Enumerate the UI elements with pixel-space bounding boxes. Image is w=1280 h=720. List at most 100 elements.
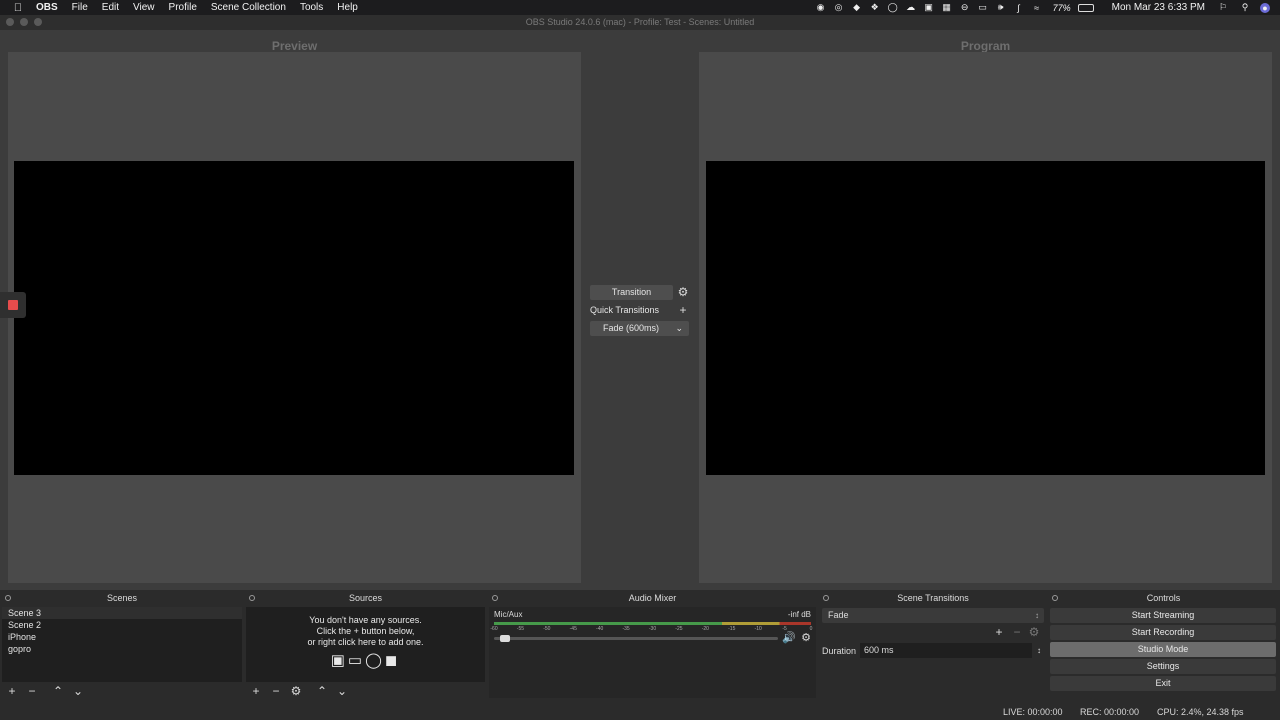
float-dock-icon[interactable] [1052,595,1058,601]
start-streaming-button[interactable]: Start Streaming [1050,608,1276,623]
airplay-icon[interactable]: ▭ [978,2,988,13]
exit-button[interactable]: Exit [1050,676,1276,691]
menu-file[interactable]: File [65,2,95,13]
add-source-icon[interactable]: + [246,684,266,698]
meter-tick-label: -20 [701,626,709,632]
controls-title: Controls [1146,593,1181,603]
meter-tick-label: -50 [543,626,551,632]
list-item[interactable]: iPhone [2,631,242,643]
menu-help[interactable]: Help [330,2,365,13]
audio-mixer-header: Audio Mixer [489,592,816,605]
sources-empty-text-2: Click the + button below, [316,626,415,636]
apple-menu-icon[interactable]:  [0,2,36,14]
meter-tick-label: -35 [622,626,630,632]
rec-status: REC: 00:00:00 [1080,707,1140,717]
bluetooth-icon[interactable]: ∫ [1014,3,1024,13]
search-icon[interactable]: ⚲ [1240,2,1250,13]
display-icon: ▭ [347,652,366,669]
creative-cloud-sync-icon[interactable]: ◯ [888,2,898,13]
transition-properties-gear-icon[interactable]: ⚙ [1026,625,1042,639]
preview-pane[interactable] [8,52,581,583]
source-properties-gear-icon[interactable]: ⚙ [286,684,306,698]
float-dock-icon[interactable] [249,595,255,601]
transition-select[interactable]: Fade ↕ [822,608,1044,623]
vpn-icon[interactable]: ◎ [834,2,844,13]
float-dock-icon[interactable] [823,595,829,601]
move-down-icon[interactable]: ⌄ [332,684,352,698]
app-menu[interactable]: OBS [36,2,65,13]
dropbox-icon[interactable]: ❖ [870,2,880,13]
battery-icon[interactable] [1077,3,1094,12]
scene-transitions-header: Scene Transitions [820,592,1046,605]
float-dock-icon[interactable] [5,595,11,601]
fade-quick-transition-button[interactable]: Fade (600ms) ⌄ [590,321,689,336]
menu-tools[interactable]: Tools [293,2,330,13]
scenes-dock: Scenes Scene 3 Scene 2 iPhone gopro + − … [2,592,242,700]
gear-icon[interactable]: ⚙ [676,285,690,300]
duration-label: Duration [822,646,857,656]
sources-dock: Sources You don't have any sources. Clic… [246,592,485,700]
sources-list[interactable]: You don't have any sources. Click the + … [246,607,485,682]
add-quick-transition-icon[interactable]: + [676,303,690,318]
menu-edit[interactable]: Edit [95,2,126,13]
menu-view[interactable]: View [126,2,162,13]
meter-tick-label: -15 [728,626,736,632]
list-item[interactable]: gopro [2,643,242,655]
track-level: -inf dB [787,610,811,619]
chevron-down-icon: ⌄ [675,323,683,333]
remove-transition-icon[interactable]: − [1008,625,1026,639]
meter-tick-label: -10 [754,626,762,632]
menu-scene-collection[interactable]: Scene Collection [204,2,293,13]
start-recording-button[interactable]: Start Recording [1050,625,1276,640]
remove-source-icon[interactable]: − [266,684,286,698]
move-up-icon[interactable]: ⌃ [312,684,332,698]
wifi-icon[interactable]: ≈ [1032,3,1042,13]
siri-icon[interactable]: ● [1260,2,1270,13]
add-scene-icon[interactable]: + [2,684,22,698]
volume-slider-track[interactable] [494,635,778,642]
studio-mode-button[interactable]: Studio Mode [1050,642,1276,657]
creative-cloud-icon[interactable]: ◉ [816,2,826,13]
do-not-disturb-icon[interactable]: ⊖ [960,2,970,13]
window-title-bar: OBS Studio 24.0.6 (mac) - Profile: Test … [0,15,1280,30]
remove-scene-icon[interactable]: − [22,684,42,698]
zoom-window-button[interactable] [34,18,42,26]
clock[interactable]: Mon Mar 23 6:33 PM [1112,2,1205,13]
volume-meter [494,622,811,625]
duration-stepper-icon[interactable]: ↕ [1034,643,1044,658]
volume-icon[interactable]: 🕪 [996,2,1006,13]
program-pane[interactable] [699,52,1272,583]
transition-button[interactable]: Transition [590,285,673,300]
list-item[interactable]: Scene 2 [2,619,242,631]
live-status: LIVE: 00:00:00 [1003,707,1063,717]
minimize-window-button[interactable] [20,18,28,26]
track-name: Mic/Aux [494,610,523,619]
move-up-icon[interactable]: ⌃ [48,684,68,698]
settings-button[interactable]: Settings [1050,659,1276,674]
close-window-button[interactable] [6,18,14,26]
program-canvas[interactable] [706,161,1265,475]
move-down-icon[interactable]: ⌄ [68,684,88,698]
menu-profile[interactable]: Profile [162,2,204,13]
add-transition-icon[interactable]: + [990,625,1008,639]
scenes-toolbar: + − ⌃ ⌄ [2,684,242,698]
stop-icon [8,300,18,310]
preview-canvas[interactable] [14,161,574,475]
icloud-icon[interactable]: ☁ [906,2,916,13]
flag-icon[interactable]: ⚐ [1218,2,1228,13]
volume-slider-handle[interactable] [499,635,510,642]
studio-mode-area: Preview Program Transition ⚙ Quick Trans… [0,30,1280,590]
meter-tick-label: -25 [675,626,683,632]
list-item[interactable]: Scene 3 [2,607,242,619]
gear-icon[interactable]: ⚙ [801,631,811,644]
duration-input[interactable]: 600 ms [860,643,1032,658]
scenes-list[interactable]: Scene 3 Scene 2 iPhone gopro [2,607,242,682]
float-dock-icon[interactable] [492,595,498,601]
evernote-icon[interactable]: ◆ [852,2,862,13]
duration-value: 600 ms [864,645,894,655]
program-title: Program [960,39,1011,53]
recording-indicator[interactable] [0,292,26,318]
mute-volume-icon[interactable]: 🔊 [782,631,796,644]
bluetooth-icon-2[interactable]: ▣ [924,2,934,13]
display-icon[interactable]: ▦ [942,2,952,13]
